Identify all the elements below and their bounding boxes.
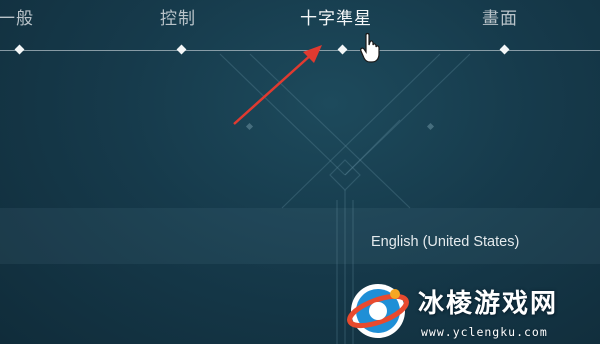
watermark-logo-icon	[347, 284, 409, 338]
watermark-title: 冰棱游戏网	[418, 289, 559, 319]
watermark-url: www.yclengku.com	[421, 325, 548, 339]
hand-pointer-icon	[360, 32, 380, 63]
tab-general[interactable]: 一般	[0, 4, 34, 29]
tab-track-line	[0, 50, 600, 51]
tab-crosshair[interactable]: 十字準星	[300, 4, 372, 29]
tab-controls[interactable]: 控制	[160, 4, 196, 29]
language-value[interactable]: English (United States)	[371, 234, 519, 250]
tab-video[interactable]: 畫面	[482, 4, 518, 29]
